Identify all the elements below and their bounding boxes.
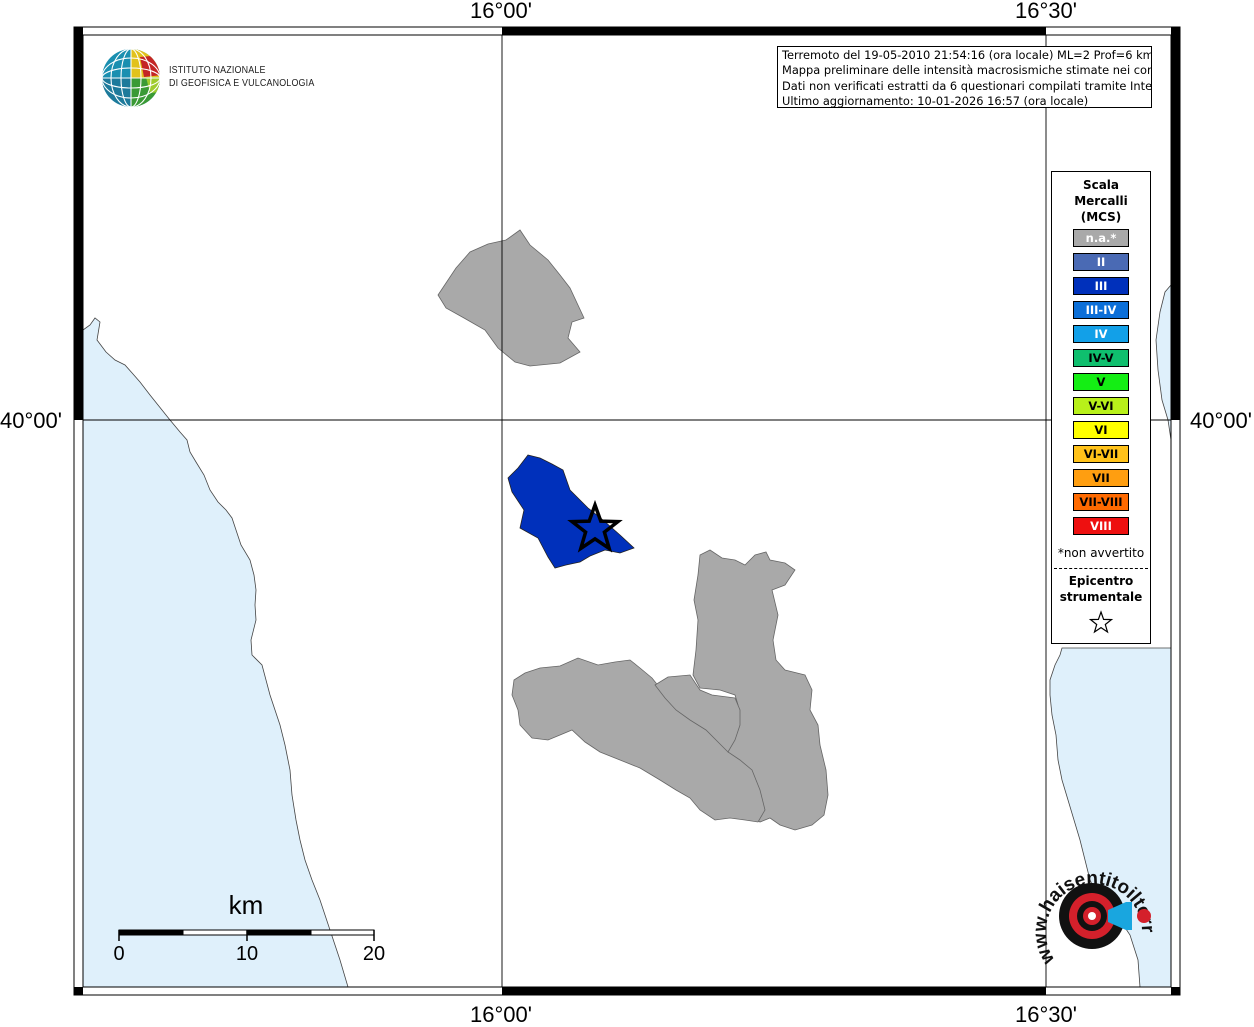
frame-bar [1171, 987, 1180, 995]
info-line-1: Terremoto del 19-05-2010 21:54:16 (ora l… [782, 48, 1152, 62]
legend-swatch: VII-VIII [1073, 493, 1129, 511]
info-line-4: Ultimo aggiornamento: 10-01-2026 16:57 (… [782, 93, 1089, 108]
frame-bar [74, 987, 83, 995]
ingv-logo-text: ISTITUTO NAZIONALE DI GEOFISICA E VULCAN… [169, 64, 314, 90]
info-line-3: Dati non verificati estratti da 6 questi… [782, 78, 1152, 93]
ingv-globe-logo [102, 49, 160, 107]
legend-swatch: IV-V [1073, 349, 1129, 367]
legend-swatch: IV [1073, 325, 1129, 343]
legend-swatch: VI-VII [1073, 445, 1129, 463]
legend-swatch: II [1073, 253, 1129, 271]
legend-title-line2: Mercalli [1074, 194, 1128, 208]
frame-bar [74, 35, 83, 420]
coord-bottom-right: 16°30' [1015, 1002, 1077, 1027]
legend-epicenter-label: Epicentro strumentale [1052, 573, 1150, 605]
scale-label-0: 0 [113, 943, 125, 965]
coord-top-right: 16°30' [1015, 0, 1077, 23]
earthquake-info-box: Terremoto del 19-05-2010 21:54:16 (ora l… [777, 46, 1152, 108]
legend-swatch: III [1073, 277, 1129, 295]
legend-epicenter-line2: strumentale [1059, 590, 1143, 604]
legend-swatch: VII [1073, 469, 1129, 487]
legend-swatch: VIII [1073, 517, 1129, 535]
frame-bar [1171, 27, 1180, 35]
legend-title-line1: Scala [1082, 178, 1120, 192]
legend-swatch: V [1073, 373, 1129, 391]
legend-title-line3: (MCS) [1080, 210, 1122, 224]
frame-bar [502, 987, 1046, 995]
legend-swatch: VI [1073, 421, 1129, 439]
legend-divider [1054, 568, 1148, 569]
ingv-logo-line2: DI GEOFISICA E VULCANOLOGIA [169, 77, 315, 89]
coord-bottom-left: 16°00' [470, 1002, 532, 1027]
coord-left: 40°00' [0, 408, 62, 433]
epicenter-legend-star-icon [1088, 610, 1114, 634]
coord-right: 40°00' [1190, 408, 1252, 433]
legend-epicenter-line1: Epicentro [1068, 574, 1134, 588]
mcs-legend: Scala Mercalli (MCS) n.a.* II III III-IV IV I… [1051, 171, 1151, 644]
legend-swatch: III-IV [1073, 301, 1129, 319]
scale-label-20: 20 [362, 943, 386, 965]
scale-label-10: 10 [235, 943, 259, 965]
haisentito-logo: www.haisentitoilterremoto.it [1030, 850, 1158, 968]
frame-bar [502, 27, 1046, 35]
legend-swatch: n.a.* [1073, 229, 1129, 247]
legend-title: Scala Mercalli (MCS) [1052, 177, 1150, 225]
legend-swatch: V-VI [1073, 397, 1129, 415]
ingv-logo-line1: ISTITUTO NAZIONALE [169, 64, 266, 76]
frame-bar [1171, 35, 1180, 420]
legend-note: *non avvertito [1057, 546, 1145, 560]
frame-bar [74, 27, 83, 35]
coord-top-left: 16°00' [470, 0, 532, 23]
info-line-2: Mappa preliminare delle intensità macros… [782, 63, 1152, 78]
